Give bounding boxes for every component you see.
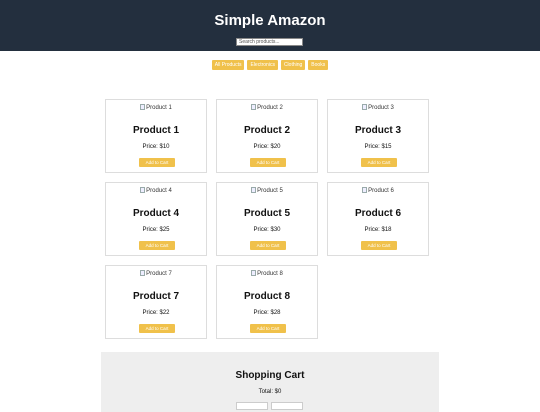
broken-image-icon xyxy=(251,187,257,193)
broken-image-icon xyxy=(140,104,146,110)
product-name: Product 8 xyxy=(243,291,291,302)
product-image-alt: Product 8 xyxy=(257,271,283,277)
shopping-cart-panel: Shopping Cart Total: $0 xyxy=(101,352,439,412)
cart-total: Total: $0 xyxy=(258,389,282,395)
product-image: Product 8 xyxy=(217,270,317,278)
site-header: Simple Amazon xyxy=(0,0,540,51)
category-filters: All Products Electronics Clothing Books xyxy=(0,60,540,70)
broken-image-icon xyxy=(140,270,146,276)
product-price: Price: $20 xyxy=(253,144,281,150)
product-image: Product 5 xyxy=(217,187,317,195)
product-name: Product 5 xyxy=(243,208,291,219)
product-name: Product 4 xyxy=(132,208,180,219)
product-card: Product 2 Product 2 Price: $20 Add to Ca… xyxy=(216,99,318,173)
add-to-cart-button[interactable]: Add to Cart xyxy=(139,158,175,167)
add-to-cart-button[interactable]: Add to Cart xyxy=(250,158,286,167)
broken-image-icon xyxy=(251,104,257,110)
product-price: Price: $22 xyxy=(142,310,170,316)
product-card: Product 5 Product 5 Price: $30 Add to Ca… xyxy=(216,182,318,256)
product-image-alt: Product 5 xyxy=(257,188,283,194)
product-price: Price: $15 xyxy=(364,144,392,150)
broken-image-icon xyxy=(362,104,368,110)
product-card: Product 1 Product 1 Price: $10 Add to Ca… xyxy=(105,99,207,173)
product-card: Product 8 Product 8 Price: $28 Add to Ca… xyxy=(216,265,318,339)
filter-books-button[interactable]: Books xyxy=(308,60,329,70)
product-card: Product 6 Product 6 Price: $18 Add to Ca… xyxy=(327,182,429,256)
product-price: Price: $28 xyxy=(253,310,281,316)
product-image: Product 1 xyxy=(106,104,206,112)
site-title: Simple Amazon xyxy=(214,12,326,29)
product-image: Product 6 xyxy=(328,187,428,195)
product-image: Product 2 xyxy=(217,104,317,112)
product-price: Price: $18 xyxy=(364,227,392,233)
filter-clothing-button[interactable]: Clothing xyxy=(280,60,306,70)
add-to-cart-button[interactable]: Add to Cart xyxy=(139,241,175,250)
filter-all-products-button[interactable]: All Products xyxy=(211,60,245,70)
cart-action-button[interactable] xyxy=(236,402,268,410)
product-name: Product 6 xyxy=(354,208,402,219)
product-image: Product 7 xyxy=(106,270,206,278)
product-image-alt: Product 7 xyxy=(146,271,172,277)
product-image-alt: Product 3 xyxy=(368,105,394,111)
cart-action-button[interactable] xyxy=(271,402,303,410)
add-to-cart-button[interactable]: Add to Cart xyxy=(361,241,397,250)
product-name: Product 2 xyxy=(243,125,291,136)
product-price: Price: $10 xyxy=(142,144,170,150)
product-image-alt: Product 1 xyxy=(146,105,172,111)
product-image: Product 4 xyxy=(106,187,206,195)
product-image-alt: Product 6 xyxy=(368,188,394,194)
cart-title: Shopping Cart xyxy=(235,370,305,381)
filter-electronics-button[interactable]: Electronics xyxy=(247,60,278,70)
product-image-alt: Product 4 xyxy=(146,188,172,194)
add-to-cart-button[interactable]: Add to Cart xyxy=(250,241,286,250)
product-card: Product 3 Product 3 Price: $15 Add to Ca… xyxy=(327,99,429,173)
product-card: Product 7 Product 7 Price: $22 Add to Ca… xyxy=(105,265,207,339)
add-to-cart-button[interactable]: Add to Cart xyxy=(250,324,286,333)
product-name: Product 1 xyxy=(132,125,180,136)
product-name: Product 7 xyxy=(132,291,180,302)
search-input[interactable] xyxy=(236,38,303,46)
add-to-cart-button[interactable]: Add to Cart xyxy=(361,158,397,167)
broken-image-icon xyxy=(140,187,146,193)
broken-image-icon xyxy=(251,270,257,276)
product-price: Price: $25 xyxy=(142,227,170,233)
broken-image-icon xyxy=(362,187,368,193)
product-image: Product 3 xyxy=(328,104,428,112)
product-image-alt: Product 2 xyxy=(257,105,283,111)
product-name: Product 3 xyxy=(354,125,402,136)
add-to-cart-button[interactable]: Add to Cart xyxy=(139,324,175,333)
product-price: Price: $30 xyxy=(253,227,281,233)
product-card: Product 4 Product 4 Price: $25 Add to Ca… xyxy=(105,182,207,256)
